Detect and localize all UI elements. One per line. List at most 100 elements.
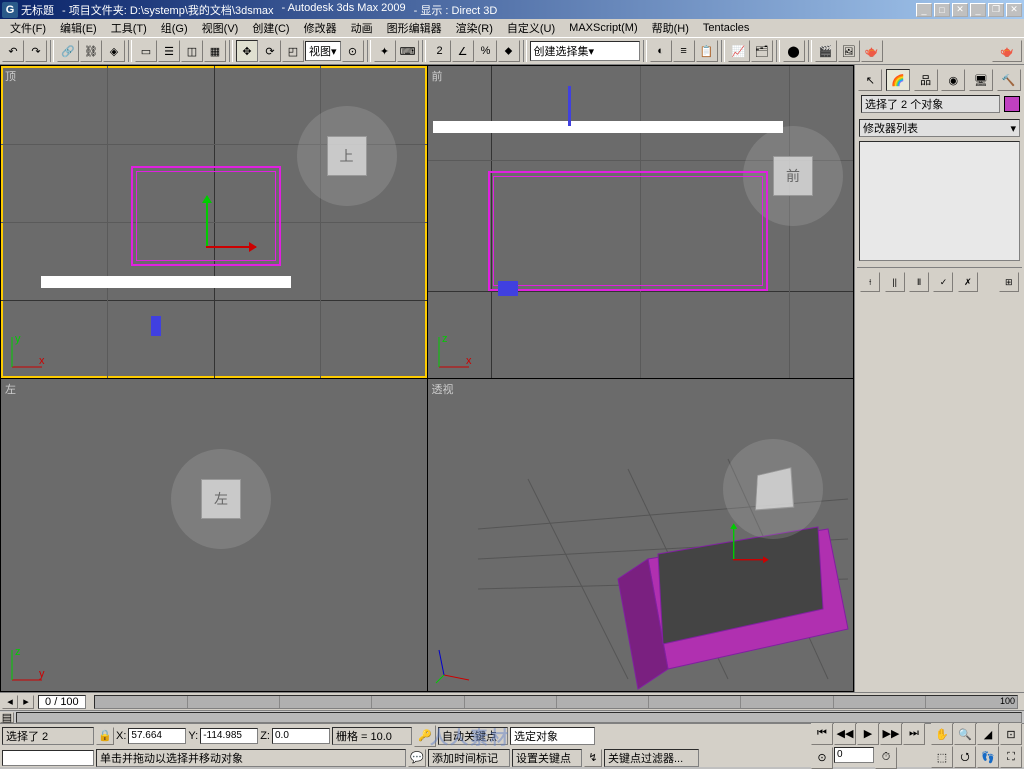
snap-2d-button[interactable]: 2 xyxy=(429,40,451,62)
mirror-button[interactable]: ◐ xyxy=(650,40,672,62)
viewport-perspective[interactable]: 透视 xyxy=(428,379,854,691)
menu-edit[interactable]: 编辑(E) xyxy=(54,19,103,37)
close-button[interactable]: ✕ xyxy=(952,3,968,17)
select-name-button[interactable]: ☰ xyxy=(158,40,180,62)
orbit-button[interactable]: ⭯ xyxy=(954,746,976,768)
zoom-button[interactable]: 🔍 xyxy=(954,723,976,745)
maximize-button[interactable]: □ xyxy=(934,3,950,17)
keyobject-dropdown[interactable]: 选定对象 xyxy=(510,727,595,745)
move-button[interactable]: ✥ xyxy=(236,40,258,62)
keyboard-button[interactable]: ⌨ xyxy=(397,40,419,62)
pan-button[interactable]: ✋ xyxy=(931,723,953,745)
tab-modify[interactable]: 🌈 xyxy=(886,69,910,91)
play-button[interactable]: ▶ xyxy=(857,723,879,745)
keyfilter-button[interactable]: 关键点过滤器... xyxy=(604,749,699,767)
minimize-button-2[interactable]: _ xyxy=(970,3,986,17)
pivot-button[interactable]: ⊙ xyxy=(342,40,364,62)
make-unique-button[interactable]: Ⅱ xyxy=(909,272,929,292)
timeline-right-button[interactable]: ▸ xyxy=(18,695,34,709)
menu-modifiers[interactable]: 修改器 xyxy=(298,19,343,37)
script-input[interactable] xyxy=(2,750,94,766)
layer-button[interactable]: 📋 xyxy=(696,40,718,62)
sets-button[interactable]: ⊞ xyxy=(999,272,1019,292)
minimize-button[interactable]: _ xyxy=(916,3,932,17)
unlink-button[interactable]: ⛓ xyxy=(80,40,102,62)
menu-tentacles[interactable]: Tentacles xyxy=(697,21,755,35)
undo-button[interactable]: ↶ xyxy=(2,40,24,62)
zoom-region-button[interactable]: ⬚ xyxy=(931,746,953,768)
quick-render-button[interactable]: 🫖 xyxy=(861,40,883,62)
menu-tools[interactable]: 工具(T) xyxy=(105,19,153,37)
snap-angle-button[interactable]: ∠ xyxy=(452,40,474,62)
filter-button[interactable]: ▦ xyxy=(204,40,226,62)
show-end-button[interactable]: || xyxy=(885,272,905,292)
rotate-button[interactable]: ⟳ xyxy=(259,40,281,62)
remove-mod-button[interactable]: ✓ xyxy=(933,272,953,292)
frame-input[interactable] xyxy=(834,747,874,763)
render-setup-button[interactable]: 🎬 xyxy=(815,40,837,62)
close-button-2[interactable]: ✕ xyxy=(1006,3,1022,17)
fov-button[interactable]: ◢ xyxy=(977,723,999,745)
named-sel-dropdown[interactable]: 创建选择集 ▾ xyxy=(530,41,640,61)
align-button[interactable]: ≡ xyxy=(673,40,695,62)
menu-group[interactable]: 组(G) xyxy=(155,19,194,37)
setkey-button[interactable]: 设置关键点 xyxy=(512,749,582,767)
menu-views[interactable]: 视图(V) xyxy=(196,19,245,37)
snap-spinner-button[interactable]: ⬥ xyxy=(498,40,520,62)
object-name-field[interactable]: 选择了 2 个对象 xyxy=(861,95,1000,113)
next-frame-button[interactable]: ▶▶ xyxy=(880,723,902,745)
menu-animation[interactable]: 动画 xyxy=(345,19,379,37)
move-gizmo-top[interactable] xyxy=(176,216,236,276)
tab-create[interactable]: ↖ xyxy=(858,69,882,91)
comm-button[interactable]: 💬 xyxy=(408,749,426,767)
snap-percent-button[interactable]: % xyxy=(475,40,497,62)
goto-start-button[interactable]: ⏮ xyxy=(811,723,833,745)
tab-motion[interactable]: ◉ xyxy=(941,69,965,91)
redo-button[interactable]: ↷ xyxy=(25,40,47,62)
y-input[interactable] xyxy=(200,728,258,744)
pin-stack-button[interactable]: ⟊ xyxy=(860,272,880,292)
time-config-button[interactable]: ⊙ xyxy=(811,747,833,769)
viewcube-persp[interactable] xyxy=(723,439,823,539)
keyfilter-icon[interactable]: ↯ xyxy=(584,749,602,767)
lock-button[interactable]: 🔒 xyxy=(96,727,114,745)
track-bar[interactable]: ▤ xyxy=(0,710,1024,723)
goto-end-button[interactable]: ⏭ xyxy=(903,723,925,745)
time-track[interactable]: 100 xyxy=(94,695,1018,709)
key-mode-button[interactable]: 🔑 xyxy=(414,725,436,747)
addtime-button[interactable]: 添加时间标记 xyxy=(428,749,510,767)
walk-button[interactable]: 👣 xyxy=(977,746,999,768)
refcoord-dropdown[interactable]: 视图 ▾ xyxy=(305,41,341,61)
tab-utilities[interactable]: 🔨 xyxy=(997,69,1021,91)
manipulate-button[interactable]: ✦ xyxy=(374,40,396,62)
object-color-swatch[interactable] xyxy=(1004,96,1020,112)
render-large-button[interactable]: 🫖 xyxy=(992,40,1022,62)
link-button[interactable]: 🔗 xyxy=(57,40,79,62)
tab-hierarchy[interactable]: 品 xyxy=(914,69,938,91)
schematic-button[interactable]: 🗂 xyxy=(751,40,773,62)
autokey-button[interactable]: 自动关键点 xyxy=(438,727,508,745)
menu-grapheditors[interactable]: 图形编辑器 xyxy=(381,19,448,37)
viewcube-top[interactable]: 上 xyxy=(297,106,397,206)
render-frame-button[interactable]: 🖼 xyxy=(838,40,860,62)
menu-file[interactable]: 文件(F) xyxy=(4,19,52,37)
viewport-front[interactable]: 前 前 xz xyxy=(428,66,854,378)
curve-editor-button[interactable]: 📈 xyxy=(728,40,750,62)
bind-button[interactable]: ◈ xyxy=(103,40,125,62)
trackbar-toggle-button[interactable]: ▤ xyxy=(0,712,14,723)
prev-frame-button[interactable]: ◀◀ xyxy=(834,723,856,745)
zoom-extents-button[interactable]: ⊡ xyxy=(1000,723,1022,745)
maximize-vp-button[interactable]: ⛶ xyxy=(1000,746,1022,768)
configure-button[interactable]: ✗ xyxy=(958,272,978,292)
viewcube-left[interactable]: 左 xyxy=(171,449,271,549)
modifier-list-dropdown[interactable]: 修改器列表▾ xyxy=(859,119,1020,137)
frame-indicator[interactable]: 0 / 100 xyxy=(38,695,86,709)
viewport-left[interactable]: 左 左 yz xyxy=(1,379,427,691)
move-gizmo-persp[interactable] xyxy=(712,538,754,580)
restore-button-2[interactable]: ❐ xyxy=(988,3,1004,17)
menu-maxscript[interactable]: MAXScript(M) xyxy=(563,21,643,35)
menu-help[interactable]: 帮助(H) xyxy=(646,19,695,37)
timeline-left-button[interactable]: ◂ xyxy=(2,695,18,709)
x-input[interactable] xyxy=(128,728,186,744)
z-input[interactable] xyxy=(272,728,330,744)
